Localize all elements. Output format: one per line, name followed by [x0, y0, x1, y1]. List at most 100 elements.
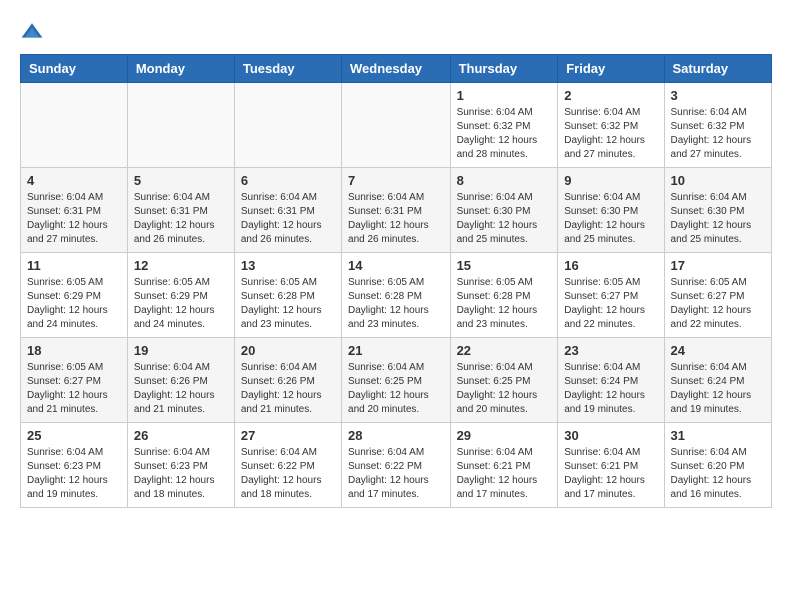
day-number: 22 — [457, 343, 552, 358]
day-info: Sunrise: 6:05 AM Sunset: 6:27 PM Dayligh… — [27, 361, 121, 417]
calendar-day-26: 26 Sunrise: 6:04 AM Sunset: 6:23 PM Dayli… — [127, 423, 234, 508]
day-info: Sunrise: 6:04 AM Sunset: 6:26 PM Dayligh… — [241, 361, 335, 417]
calendar-day-21: 21Sunrise: 6:04 AM Sunset: 6:25 PM Dayli… — [342, 338, 451, 423]
day-number: 31 — [671, 428, 765, 443]
day-info: Sunrise: 6:04 AM Sunset: 6:22 PM Dayligh… — [348, 446, 444, 502]
calendar-day-16: 16 Sunrise: 6:05 AM Sunset: 6:27 PM Dayli… — [558, 253, 664, 338]
day-number: 8 — [457, 173, 552, 188]
day-info: Sunrise: 6:04 AM Sunset: 6:31 PM Dayligh… — [27, 191, 121, 247]
day-info: Sunrise: 6:04 AM Sunset: 6:23 PM Dayligh… — [27, 446, 121, 502]
day-number: 25 — [27, 428, 121, 443]
calendar-day-3: 3 Sunrise: 6:04 AM Sunset: 6:32 PM Daylig… — [664, 83, 771, 168]
day-info: Sunrise: 6:04 AM Sunset: 6:32 PM Dayligh… — [671, 106, 765, 162]
day-number: 26 — [134, 428, 228, 443]
calendar-day-24: 24Sunrise: 6:04 AM Sunset: 6:24 PM Dayli… — [664, 338, 771, 423]
calendar-day-12: 12Sunrise: 6:05 AM Sunset: 6:29 PM Dayli… — [127, 253, 234, 338]
weekday-header-friday: Friday — [558, 55, 664, 83]
calendar-day-25: 25 Sunrise: 6:04 AM Sunset: 6:23 PM Dayli… — [21, 423, 128, 508]
weekday-header-monday: Monday — [127, 55, 234, 83]
day-number: 20 — [241, 343, 335, 358]
calendar-day-8: 8 Sunrise: 6:04 AM Sunset: 6:30 PM Daylig… — [450, 168, 558, 253]
calendar-day-19: 19Sunrise: 6:04 AM Sunset: 6:26 PM Dayli… — [127, 338, 234, 423]
logo — [20, 20, 48, 44]
day-info: Sunrise: 6:04 AM Sunset: 6:22 PM Dayligh… — [241, 446, 335, 502]
day-number: 1 — [457, 88, 552, 103]
day-number: 5 — [134, 173, 228, 188]
weekday-header-thursday: Thursday — [450, 55, 558, 83]
day-info: Sunrise: 6:04 AM Sunset: 6:23 PM Dayligh… — [134, 446, 228, 502]
calendar-week-row: 11 Sunrise: 6:05 AM Sunset: 6:29 PM Dayli… — [21, 253, 772, 338]
calendar-week-row: 1 Sunrise: 6:04 AM Sunset: 6:32 PM Daylig… — [21, 83, 772, 168]
day-info: Sunrise: 6:04 AM Sunset: 6:20 PM Dayligh… — [671, 446, 765, 502]
calendar-week-row: 4Sunrise: 6:04 AM Sunset: 6:31 PM Daylig… — [21, 168, 772, 253]
day-number: 7 — [348, 173, 444, 188]
calendar-day-31: 31 Sunrise: 6:04 AM Sunset: 6:20 PM Dayli… — [664, 423, 771, 508]
calendar-day-18: 18 Sunrise: 6:05 AM Sunset: 6:27 PM Dayli… — [21, 338, 128, 423]
calendar-week-row: 25 Sunrise: 6:04 AM Sunset: 6:23 PM Dayli… — [21, 423, 772, 508]
day-number: 6 — [241, 173, 335, 188]
day-number: 16 — [564, 258, 657, 273]
day-info: Sunrise: 6:05 AM Sunset: 6:29 PM Dayligh… — [27, 276, 121, 332]
day-number: 24 — [671, 343, 765, 358]
calendar-week-row: 18 Sunrise: 6:05 AM Sunset: 6:27 PM Dayli… — [21, 338, 772, 423]
weekday-header-sunday: Sunday — [21, 55, 128, 83]
day-number: 29 — [457, 428, 552, 443]
day-number: 17 — [671, 258, 765, 273]
calendar-day-28: 28Sunrise: 6:04 AM Sunset: 6:22 PM Dayli… — [342, 423, 451, 508]
day-info: Sunrise: 6:04 AM Sunset: 6:31 PM Dayligh… — [134, 191, 228, 247]
day-number: 13 — [241, 258, 335, 273]
calendar-day-6: 6 Sunrise: 6:04 AM Sunset: 6:31 PM Daylig… — [234, 168, 341, 253]
day-info: Sunrise: 6:04 AM Sunset: 6:24 PM Dayligh… — [564, 361, 657, 417]
day-number: 10 — [671, 173, 765, 188]
day-number: 9 — [564, 173, 657, 188]
day-number: 19 — [134, 343, 228, 358]
calendar-day-5: 5 Sunrise: 6:04 AM Sunset: 6:31 PM Daylig… — [127, 168, 234, 253]
day-info: Sunrise: 6:04 AM Sunset: 6:32 PM Dayligh… — [457, 106, 552, 162]
day-info: Sunrise: 6:05 AM Sunset: 6:28 PM Dayligh… — [348, 276, 444, 332]
calendar-day-7: 7 Sunrise: 6:04 AM Sunset: 6:31 PM Daylig… — [342, 168, 451, 253]
page-header — [20, 20, 772, 44]
day-info: Sunrise: 6:05 AM Sunset: 6:28 PM Dayligh… — [457, 276, 552, 332]
day-number: 3 — [671, 88, 765, 103]
day-info: Sunrise: 6:04 AM Sunset: 6:25 PM Dayligh… — [348, 361, 444, 417]
day-info: Sunrise: 6:05 AM Sunset: 6:27 PM Dayligh… — [564, 276, 657, 332]
day-info: Sunrise: 6:05 AM Sunset: 6:27 PM Dayligh… — [671, 276, 765, 332]
logo-icon — [20, 20, 44, 44]
calendar-day-14: 14 Sunrise: 6:05 AM Sunset: 6:28 PM Dayli… — [342, 253, 451, 338]
day-info: Sunrise: 6:04 AM Sunset: 6:32 PM Dayligh… — [564, 106, 657, 162]
day-info: Sunrise: 6:04 AM Sunset: 6:21 PM Dayligh… — [457, 446, 552, 502]
calendar-day-20: 20 Sunrise: 6:04 AM Sunset: 6:26 PM Dayli… — [234, 338, 341, 423]
calendar-day-empty — [21, 83, 128, 168]
calendar-day-30: 30 Sunrise: 6:04 AM Sunset: 6:21 PM Dayli… — [558, 423, 664, 508]
day-info: Sunrise: 6:04 AM Sunset: 6:21 PM Dayligh… — [564, 446, 657, 502]
day-number: 30 — [564, 428, 657, 443]
day-info: Sunrise: 6:04 AM Sunset: 6:31 PM Dayligh… — [348, 191, 444, 247]
day-info: Sunrise: 6:05 AM Sunset: 6:28 PM Dayligh… — [241, 276, 335, 332]
calendar-day-empty — [234, 83, 341, 168]
day-number: 14 — [348, 258, 444, 273]
day-number: 12 — [134, 258, 228, 273]
day-info: Sunrise: 6:04 AM Sunset: 6:30 PM Dayligh… — [564, 191, 657, 247]
day-number: 2 — [564, 88, 657, 103]
calendar-day-23: 23 Sunrise: 6:04 AM Sunset: 6:24 PM Dayli… — [558, 338, 664, 423]
day-number: 18 — [27, 343, 121, 358]
calendar-table: SundayMondayTuesdayWednesdayThursdayFrid… — [20, 54, 772, 508]
calendar-day-9: 9 Sunrise: 6:04 AM Sunset: 6:30 PM Daylig… — [558, 168, 664, 253]
day-info: Sunrise: 6:04 AM Sunset: 6:31 PM Dayligh… — [241, 191, 335, 247]
day-number: 27 — [241, 428, 335, 443]
day-info: Sunrise: 6:04 AM Sunset: 6:30 PM Dayligh… — [457, 191, 552, 247]
calendar-day-29: 29 Sunrise: 6:04 AM Sunset: 6:21 PM Dayli… — [450, 423, 558, 508]
calendar-day-empty — [342, 83, 451, 168]
weekday-header-tuesday: Tuesday — [234, 55, 341, 83]
calendar-day-22: 22 Sunrise: 6:04 AM Sunset: 6:25 PM Dayli… — [450, 338, 558, 423]
weekday-header-wednesday: Wednesday — [342, 55, 451, 83]
calendar-day-13: 13 Sunrise: 6:05 AM Sunset: 6:28 PM Dayli… — [234, 253, 341, 338]
day-info: Sunrise: 6:04 AM Sunset: 6:30 PM Dayligh… — [671, 191, 765, 247]
day-number: 23 — [564, 343, 657, 358]
weekday-header-saturday: Saturday — [664, 55, 771, 83]
day-info: Sunrise: 6:04 AM Sunset: 6:25 PM Dayligh… — [457, 361, 552, 417]
day-number: 11 — [27, 258, 121, 273]
calendar-day-4: 4Sunrise: 6:04 AM Sunset: 6:31 PM Daylig… — [21, 168, 128, 253]
calendar-day-11: 11 Sunrise: 6:05 AM Sunset: 6:29 PM Dayli… — [21, 253, 128, 338]
calendar-day-empty — [127, 83, 234, 168]
